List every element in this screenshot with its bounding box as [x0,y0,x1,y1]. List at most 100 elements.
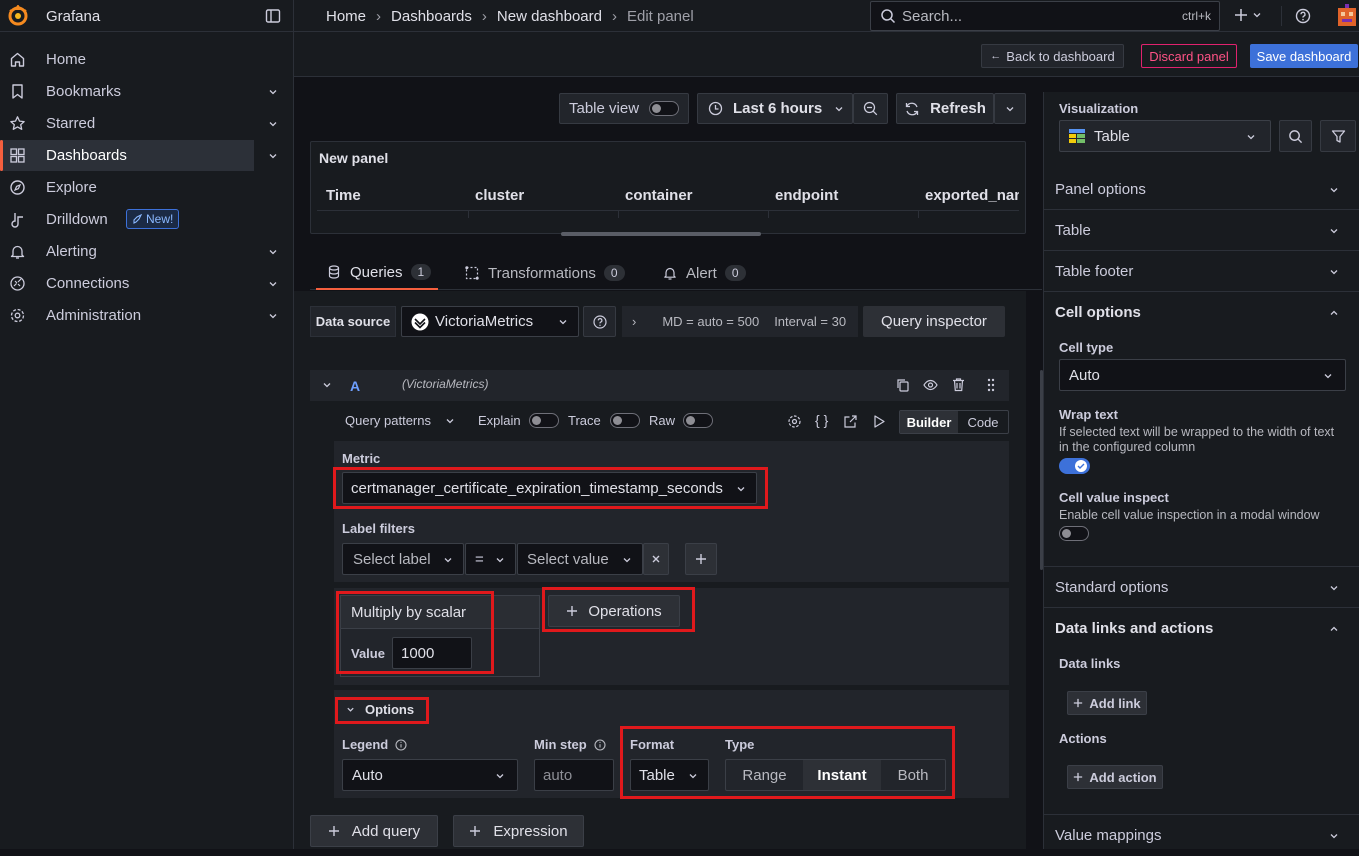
operations-label: Operations [588,602,662,620]
time-range-picker[interactable]: Last 6 hours [697,93,853,124]
refresh-interval-dropdown[interactable] [994,93,1026,124]
refresh-button[interactable]: Refresh [896,93,994,124]
sidebar-item-administration[interactable]: Administration [0,300,277,331]
remove-filter-button[interactable] [643,543,669,575]
table-view-toggle[interactable]: Table view [559,93,689,124]
breadcrumb-home[interactable]: Home [326,8,366,25]
save-dashboard-button[interactable]: Save dashboard [1250,44,1358,68]
operation-name[interactable]: Multiply by scalar [351,604,466,621]
add-filter-button[interactable] [685,543,717,575]
builder-mode-button[interactable]: Builder [900,411,958,433]
legend-select[interactable]: Auto [342,759,518,791]
collapse-chevron-icon[interactable] [322,380,332,390]
section-panel-options[interactable]: Panel options [1043,169,1359,210]
options-toggle[interactable]: Options [346,702,414,717]
section-value-mappings[interactable]: Value mappings [1043,815,1359,856]
sidebar-item-alerting[interactable]: Alerting [0,236,277,267]
dock-menu-icon[interactable] [265,8,281,24]
chevron-down-icon[interactable] [268,151,278,161]
data-source-help-button[interactable] [583,306,616,337]
avatar[interactable] [1336,4,1358,28]
external-link-icon[interactable] [843,414,858,429]
search-input[interactable]: Search... ctrl+k [870,1,1220,31]
table-header-cell[interactable]: exported_nan [925,187,1019,204]
operator-dropdown[interactable]: = [465,543,516,575]
table-header-cell[interactable]: Time [326,187,361,204]
grafana-logo-icon[interactable] [7,5,29,27]
min-step-input[interactable]: auto [534,759,614,791]
type-both-option[interactable]: Both [881,760,945,790]
section-standard-options[interactable]: Standard options [1043,567,1359,608]
tab-alert[interactable]: Alert 0 [663,256,763,290]
section-title[interactable]: Data links and actions [1055,620,1213,637]
table-header-cell[interactable]: container [625,187,693,204]
sidebar-item-explore[interactable]: Explore [0,172,254,203]
back-to-dashboard-button[interactable]: ← Back to dashboard [981,44,1124,68]
chevron-down-icon[interactable] [268,119,278,129]
table-view-switch[interactable] [649,101,679,116]
sidebar-item-starred[interactable]: Starred [0,108,277,139]
chevron-down-icon[interactable] [268,311,278,321]
chevron-up-icon[interactable] [1329,624,1339,634]
sidebar-item-connections[interactable]: Connections [0,268,277,299]
filter-options-button[interactable] [1320,120,1356,152]
help-icon[interactable] [1295,8,1311,24]
braces-icon[interactable]: { } [815,412,828,428]
table-header-cell[interactable]: cluster [475,187,524,204]
trash-icon[interactable] [952,377,965,392]
breadcrumb-new-dashboard[interactable]: New dashboard [497,8,602,25]
sidebar-item-bookmarks[interactable]: Bookmarks [0,76,277,107]
type-instant-option[interactable]: Instant [803,760,881,790]
trace-toggle[interactable] [610,413,640,428]
discard-panel-button[interactable]: Discard panel [1141,44,1237,68]
horizontal-scrollbar[interactable] [561,232,761,236]
section-table-footer[interactable]: Table footer [1043,251,1359,292]
gear-icon[interactable] [787,414,802,429]
cell-type-select[interactable]: Auto [1059,359,1346,391]
search-options-button[interactable] [1279,120,1312,152]
copy-icon[interactable] [896,378,910,392]
cell-value-inspect-toggle[interactable] [1059,526,1089,541]
select-value-dropdown[interactable]: Select value [517,543,643,575]
drag-handle-icon[interactable] [987,378,995,392]
chevron-down-icon[interactable] [268,247,278,257]
query-inspector-button[interactable]: Query inspector [863,306,1005,337]
add-operation-button[interactable]: Operations [548,595,680,627]
query-options-bar[interactable]: › MD = auto = 500 Interval = 30 [622,306,858,337]
wrap-text-toggle[interactable] [1059,458,1090,474]
code-mode-button[interactable]: Code [958,411,1008,433]
play-icon[interactable] [872,414,886,429]
format-select[interactable]: Table [630,759,709,791]
add-link-button[interactable]: Add link [1067,691,1147,715]
visualization-picker[interactable]: Table [1059,120,1271,152]
chevron-down-icon[interactable] [268,87,278,97]
info-circle-icon[interactable] [395,739,407,751]
add-action-button[interactable]: Add action [1067,765,1163,789]
type-range-option[interactable]: Range [726,760,803,790]
select-label-dropdown[interactable]: Select label [342,543,464,575]
explain-toggle[interactable] [529,413,559,428]
add-query-button[interactable]: Add query [310,815,438,847]
sidebar-item-home[interactable]: Home [0,44,254,75]
section-title[interactable]: Cell options [1055,304,1141,321]
breadcrumb-dashboards[interactable]: Dashboards [391,8,472,25]
metric-select[interactable]: certmanager_certificate_expiration_times… [342,472,757,504]
raw-toggle[interactable] [683,413,713,428]
zoom-out-button[interactable] [853,93,888,124]
new-menu-button[interactable] [1234,8,1262,22]
tab-transformations[interactable]: Transformations 0 [465,256,635,290]
chevron-down-icon[interactable] [268,279,278,289]
query-ref-id[interactable]: A [350,378,360,394]
sidebar-item-dashboards[interactable]: Dashboards [0,140,277,171]
section-table[interactable]: Table [1043,210,1359,251]
table-header-cell[interactable]: endpoint [775,187,838,204]
sidebar-item-drilldown[interactable]: Drilldown New! [0,204,254,235]
eye-icon[interactable] [923,378,938,392]
scalar-value-input[interactable]: 1000 [392,637,472,669]
chevron-up-icon[interactable] [1329,308,1339,318]
info-circle-icon[interactable] [594,739,606,751]
query-patterns-dropdown[interactable]: Query patterns [345,413,455,428]
tab-queries[interactable]: Queries 1 [316,256,438,290]
add-expression-button[interactable]: Expression [453,815,584,847]
data-source-picker[interactable]: VictoriaMetrics [401,306,579,337]
